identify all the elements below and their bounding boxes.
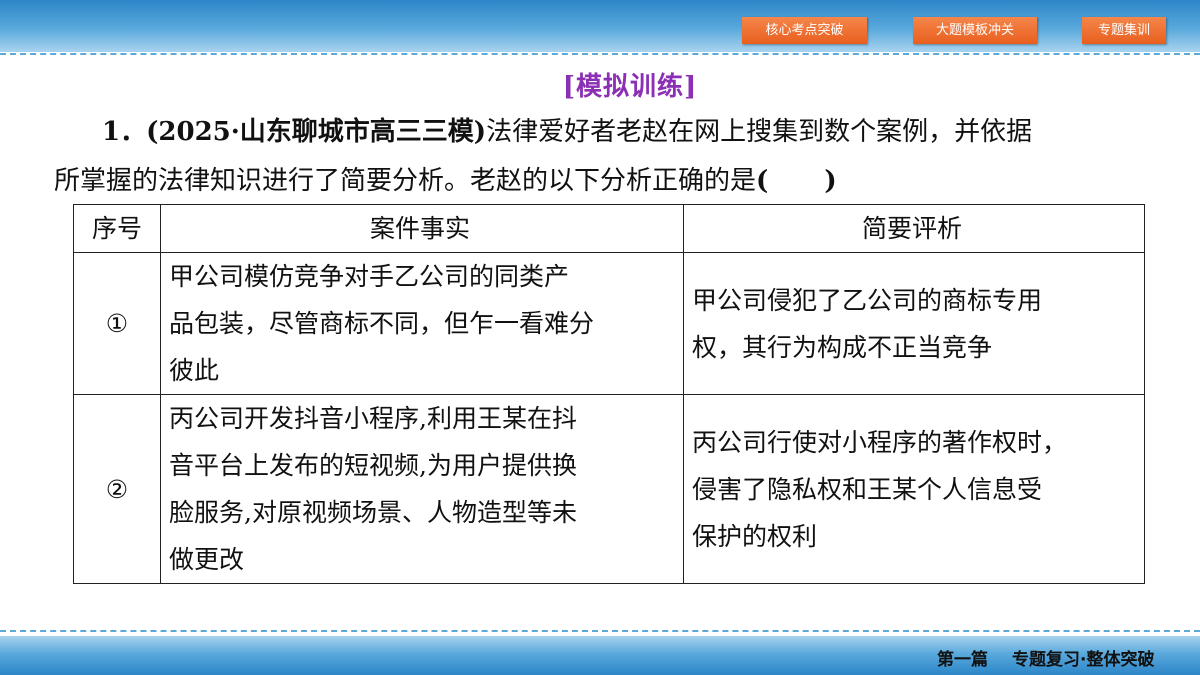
case-fact-cell: 丙公司开发抖音小程序,利用王某在抖 音平台上发布的短视频,为用户提供换 脸服务,… [160, 394, 684, 584]
footer-section-label: 第一篇 专题复习·整体突破 [937, 645, 1154, 670]
analysis-line: 丙公司行使对小程序的著作权时， [692, 427, 1068, 457]
row-number: ② [73, 394, 161, 584]
case-fact-line: 品包装，尽管商标不同，但乍一看难分 [169, 309, 595, 338]
table-header-row: 序号 案件事实 简要评析 [73, 204, 1145, 253]
footer-part: 第一篇 [937, 650, 988, 670]
case-fact-cell: 甲公司模仿竞争对手乙公司的同类产 品包装，尽管商标不同，但乍一看难分 彼此 [160, 252, 684, 395]
section-title: [模拟训练] [562, 72, 698, 102]
case-fact-line: 甲公司模仿竞争对手乙公司的同类产 [169, 262, 570, 291]
footer-title: 专题复习·整体突破 [1012, 650, 1155, 670]
header-brief-analysis: 简要评析 [683, 204, 1145, 253]
question-source: 1．(2025·山东聊城市高三三模) [102, 117, 487, 147]
nav-button-big-question-templates[interactable]: 大题模板冲关 [913, 17, 1037, 44]
table-row: ② 丙公司开发抖音小程序,利用王某在抖 音平台上发布的短视频,为用户提供换 脸服… [73, 394, 1145, 584]
case-fact-line: 丙公司开发抖音小程序,利用王某在抖 [169, 404, 577, 433]
answer-bracket-close: ) [824, 166, 837, 196]
question-line-1: 1．(2025·山东聊城市高三三模)法律爱好者老赵在网上搜集到数个案例，并依据 [102, 117, 1032, 147]
answer-bracket-open: ( [756, 166, 769, 196]
analysis-line: 权，其行为构成不正当竞争 [692, 332, 993, 362]
top-dashed-divider [0, 53, 1200, 55]
case-fact-line: 彼此 [169, 356, 220, 385]
header-case-facts: 案件事实 [160, 204, 684, 253]
case-fact-line: 脸服务,对原视频场景、人物造型等未 [169, 498, 577, 527]
table-row: ① 甲公司模仿竞争对手乙公司的同类产 品包装，尽管商标不同，但乍一看难分 彼此 … [73, 252, 1145, 395]
case-fact-line: 音平台上发布的短视频,为用户提供换 [169, 451, 577, 480]
analysis-cell: 甲公司侵犯了乙公司的商标专用 权，其行为构成不正当竞争 [683, 252, 1145, 395]
question-text-part-2: 所掌握的法律知识进行了简要分析。老赵的以下分析正确的是 [54, 166, 757, 196]
row-number: ① [73, 252, 161, 395]
analysis-cell: 丙公司行使对小程序的著作权时， 侵害了隐私权和王某个人信息受 保护的权利 [683, 394, 1145, 584]
question-text-part-1: 法律爱好者老赵在网上搜集到数个案例，并依据 [486, 117, 1033, 147]
bottom-dashed-divider [0, 630, 1200, 632]
header-number: 序号 [73, 204, 161, 253]
analysis-line: 侵害了隐私权和王某个人信息受 [692, 474, 1043, 504]
question-line-2: 所掌握的法律知识进行了简要分析。老赵的以下分析正确的是() [54, 166, 837, 196]
nav-button-core-points[interactable]: 核心考点突破 [742, 17, 867, 44]
nav-button-topic-training[interactable]: 专题集训 [1082, 17, 1166, 44]
case-table: 序号 案件事实 简要评析 ① 甲公司模仿竞争对手乙公司的同类产 品包装，尽管商标… [73, 204, 1145, 584]
case-fact-line: 做更改 [169, 545, 245, 574]
analysis-line: 甲公司侵犯了乙公司的商标专用 [692, 285, 1043, 315]
analysis-line: 保护的权利 [692, 521, 818, 551]
